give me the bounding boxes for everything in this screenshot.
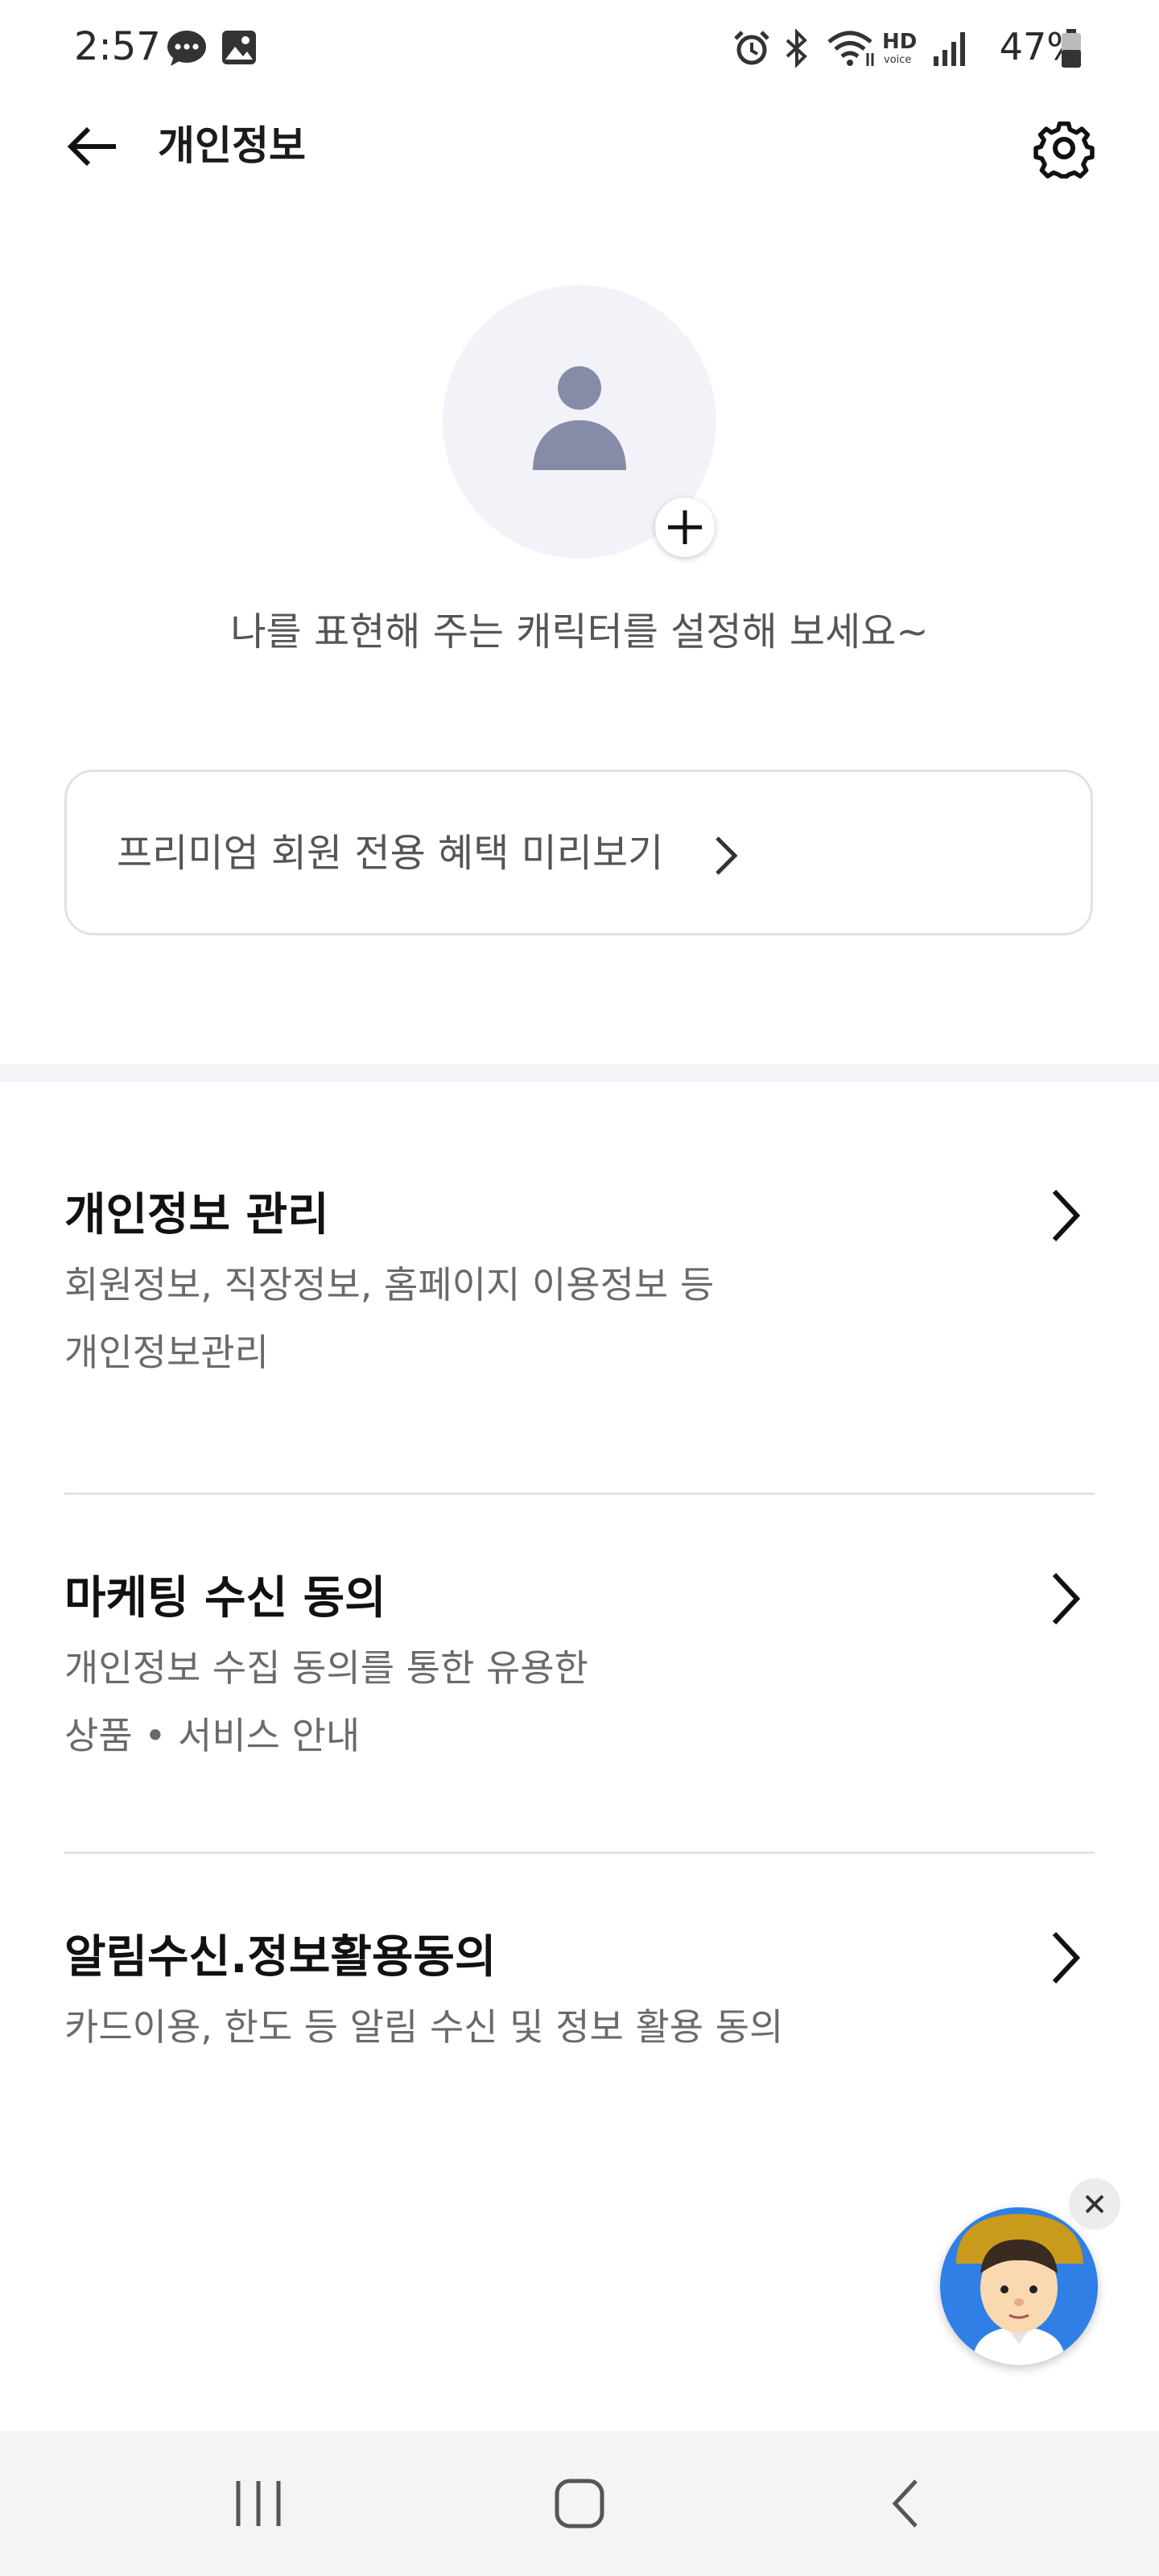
menu-item-desc: 상품 • 서비스 안내: [64, 1714, 361, 1757]
gear-icon: [1033, 121, 1095, 179]
menu-item-marketing[interactable]: 마케팅 수신 동의 개인정보 수집 동의를 통한 유용한 상품 • 서비스 안내: [0, 1567, 1159, 1808]
menu-item-desc: 개인정보관리: [64, 1331, 269, 1374]
svg-text:HD: HD: [882, 30, 917, 54]
plus-icon: [668, 510, 702, 544]
chevron-right-icon: [1052, 1931, 1081, 1984]
menu-item-desc: 카드이용, 한도 등 알림 수신 및 정보 활용 동의: [64, 2005, 784, 2049]
image-notification-icon: [221, 29, 258, 69]
menu-item-title: 알림수신.정보활용동의: [64, 1931, 497, 1984]
wifi-icon: [826, 29, 877, 71]
menu-item-notification[interactable]: 알림수신.정보활용동의 카드이용, 한도 등 알림 수신 및 정보 활용 동의: [0, 1926, 1159, 2087]
profile-caption: 나를 표현해 주는 캐릭터를 설정해 보세요~: [230, 609, 929, 654]
chevron-right-icon: [716, 836, 738, 875]
chatbot-character-icon: [940, 2207, 1098, 2365]
menu-item-title: 마케팅 수신 동의: [64, 1572, 386, 1624]
battery-icon: [1059, 27, 1083, 72]
status-bar: 2:57 HD voice 47%: [0, 0, 1159, 89]
menu-item-desc: 개인정보 수집 동의를 통한 유용한: [64, 1646, 588, 1690]
bluetooth-icon: [781, 28, 813, 71]
add-character-button[interactable]: [655, 497, 715, 557]
menu-item-title: 개인정보 관리: [64, 1189, 329, 1241]
menu-item-desc: 회원정보, 직장정보, 홈페이지 이용정보 등: [64, 1263, 715, 1307]
chatbot-close-button[interactable]: [1069, 2178, 1120, 2230]
close-icon: [1085, 2194, 1104, 2214]
back-arrow-icon: [67, 126, 116, 167]
settings-button[interactable]: [1032, 116, 1096, 180]
row-divider: [64, 1852, 1095, 1854]
system-nav-bar: [0, 2431, 1159, 2576]
status-time: 2:57: [74, 24, 161, 69]
alarm-icon: [732, 29, 771, 71]
chevron-right-icon: [1052, 1572, 1081, 1625]
menu-item-personal-info[interactable]: 개인정보 관리 회원정보, 직장정보, 홈페이지 이용정보 등 개인정보관리: [0, 1183, 1159, 1425]
premium-label: 프리미엄 회원 전용 혜택 미리보기: [117, 831, 664, 876]
recent-apps-icon[interactable]: [230, 2478, 287, 2529]
chatbot-avatar-button[interactable]: [940, 2207, 1098, 2365]
section-divider: [0, 1064, 1159, 1082]
hd-voice-icon: HD voice: [881, 27, 922, 71]
premium-benefits-button[interactable]: 프리미엄 회원 전용 혜택 미리보기: [64, 770, 1093, 935]
chat-notification-icon: [166, 29, 209, 71]
back-button[interactable]: [64, 118, 122, 175]
system-back-icon[interactable]: [885, 2476, 926, 2531]
page-title: 개인정보: [158, 122, 306, 169]
chevron-right-icon: [1052, 1189, 1081, 1242]
svg-text:voice: voice: [884, 54, 911, 66]
row-divider: [64, 1492, 1095, 1495]
signal-icon: [930, 29, 967, 71]
home-icon[interactable]: [552, 2476, 607, 2531]
